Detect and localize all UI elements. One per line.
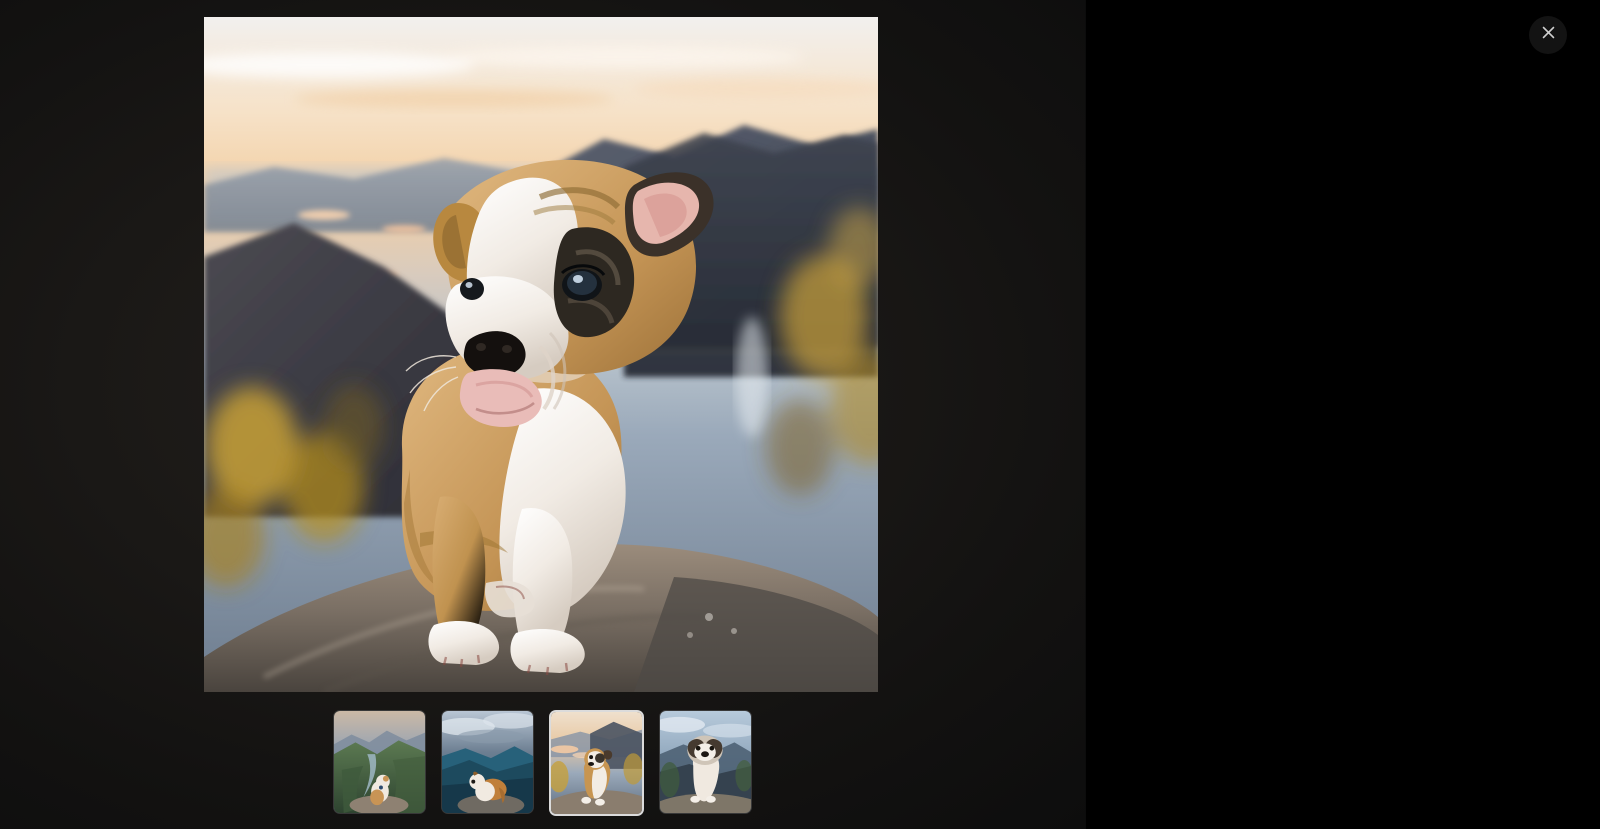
thumbnail-2-render <box>442 711 533 813</box>
thumbnail-item-3[interactable] <box>549 710 644 816</box>
thumbnail-item-4[interactable] <box>659 710 752 814</box>
thumbnail-item-1[interactable] <box>333 710 426 814</box>
thumbnail-item-2[interactable] <box>441 710 534 814</box>
image-viewer-pane <box>0 0 1085 829</box>
close-icon <box>1540 24 1557 46</box>
thumbnail-strip[interactable] <box>333 710 752 816</box>
main-image[interactable] <box>204 17 878 692</box>
thumbnail-4-render <box>660 711 751 813</box>
close-button[interactable] <box>1529 16 1567 54</box>
main-image-render <box>204 17 878 692</box>
image-info-panel: Prompt a wise baby bulldog admiring a st… <box>1085 0 1600 829</box>
thumbnail-1-render <box>334 711 425 813</box>
image-detail-viewer: Prompt a wise baby bulldog admiring a st… <box>0 0 1600 829</box>
thumbnail-3-render <box>551 712 642 814</box>
